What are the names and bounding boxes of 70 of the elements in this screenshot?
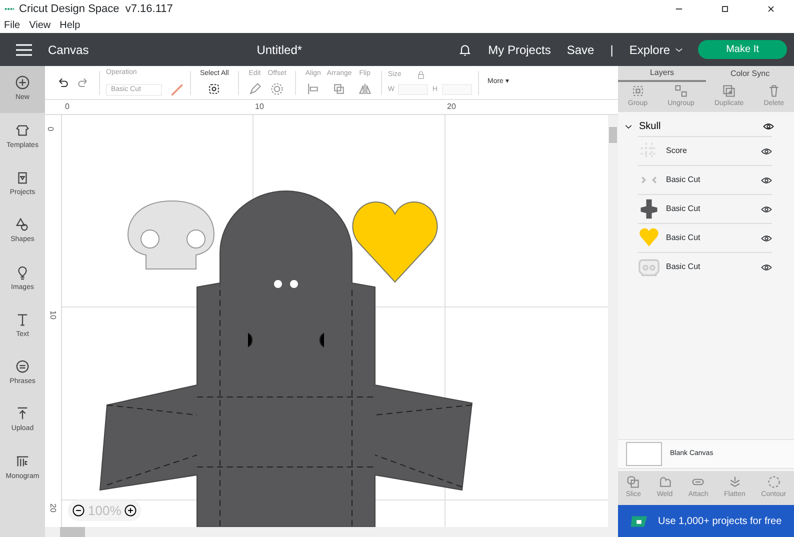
layer-name[interactable]: Basic Cut (666, 261, 755, 273)
group-icon (630, 84, 645, 98)
promo-banner[interactable]: Use 1,000+ projects for free (618, 505, 794, 537)
weld-icon (658, 475, 672, 490)
tag-icon (630, 514, 648, 528)
eye-icon (761, 204, 772, 214)
zoom-in-button[interactable] (124, 504, 138, 517)
skull-shape[interactable] (128, 200, 214, 270)
ruler-label: 20 (47, 504, 58, 512)
layer-name[interactable]: Basic Cut (666, 232, 755, 244)
window-title: Cricut Design Space v7.16.117 (19, 2, 173, 17)
explore-menu[interactable]: Explore (629, 40, 684, 58)
header-link[interactable]: Save (566, 40, 594, 58)
heart-thumbnail (638, 227, 660, 249)
blank-canvas-thumbnail[interactable] (626, 442, 662, 466)
header-link[interactable]: My Projects (488, 40, 551, 58)
header-separator: | (610, 42, 614, 58)
app-logo-icon (4, 6, 15, 12)
eye-icon (761, 146, 772, 156)
menu-item[interactable]: Help (60, 18, 80, 33)
close-icon (766, 4, 776, 14)
ruler-label: 20 (447, 101, 456, 113)
eye-icon (763, 120, 774, 132)
layer-group[interactable]: Skull (618, 116, 794, 136)
ruler-label: 10 (255, 101, 264, 113)
menu-item[interactable]: File (4, 18, 20, 33)
box-thumbnail (638, 198, 660, 220)
projects-icon (15, 170, 30, 185)
plus-circle-icon (124, 504, 138, 517)
shapes-icon (15, 217, 30, 232)
maximize-icon (720, 4, 730, 14)
layer-name[interactable]: Basic Cut (666, 203, 755, 215)
select-all-icon (207, 82, 222, 96)
duplicate-icon (722, 84, 736, 98)
menu-icon (16, 44, 32, 56)
ungroup-icon (674, 84, 688, 98)
section-title: Canvas (48, 42, 89, 58)
flip-icon (358, 82, 372, 96)
offset-icon (270, 82, 284, 96)
eye-icon (761, 262, 772, 272)
pen-color-icon (170, 82, 184, 97)
contour-icon (766, 475, 781, 490)
arrange-icon (332, 82, 346, 96)
ruler-label: 0 (45, 126, 56, 132)
align-icon (306, 82, 320, 96)
flatten-icon (728, 475, 742, 490)
menu-item[interactable]: View (29, 18, 51, 33)
ruler-label: 10 (47, 310, 58, 320)
phrases-icon (15, 359, 30, 374)
bell-icon (458, 43, 472, 58)
edit-icon (248, 82, 262, 96)
zoom-out-button[interactable] (72, 504, 85, 517)
images-icon (15, 264, 30, 280)
layer-name[interactable]: Score (666, 145, 755, 157)
eye-icon (761, 174, 772, 186)
monogram-icon (15, 454, 30, 469)
templates-icon (15, 122, 30, 138)
document-title: Untitled* (256, 42, 302, 58)
heart-shape[interactable] (352, 202, 438, 282)
upload-icon (15, 406, 30, 422)
text-icon (15, 312, 30, 327)
delete-icon (766, 84, 781, 98)
minus-circle-icon (72, 504, 85, 517)
new-icon (15, 75, 30, 90)
layer-name[interactable]: Basic Cut (666, 174, 755, 186)
eye-icon (761, 232, 772, 244)
lock-icon (417, 71, 426, 79)
slice-icon (626, 475, 640, 490)
zoom-level: 100% (88, 502, 122, 520)
ruler-label: 0 (65, 101, 70, 113)
